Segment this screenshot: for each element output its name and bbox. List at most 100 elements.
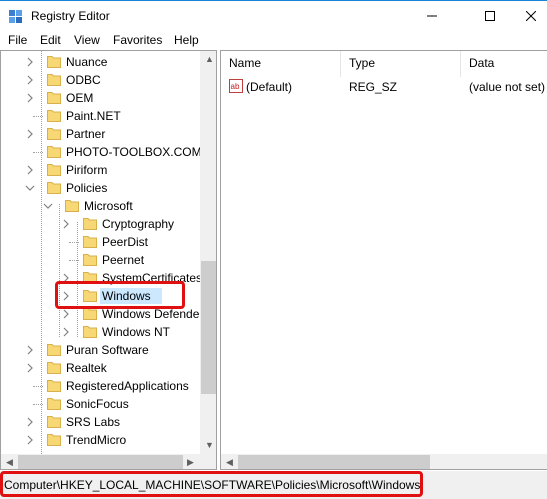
value-row[interactable]: ab (Default) REG_SZ (value not set) bbox=[221, 78, 547, 96]
chevron-down-icon[interactable] bbox=[25, 182, 35, 194]
column-header-name[interactable]: Name bbox=[229, 56, 261, 70]
registry-key-tree[interactable]: Nuance ODBC OEM Paint.NET Partner PHOTO-TOOLB… bbox=[0, 50, 217, 470]
minimize-button[interactable] bbox=[409, 1, 455, 31]
tree-item[interactable]: Windows NT bbox=[1, 323, 201, 341]
chevron-right-icon[interactable] bbox=[25, 92, 35, 104]
folder-icon bbox=[47, 416, 61, 428]
chevron-right-icon[interactable] bbox=[25, 56, 35, 68]
tree-item[interactable]: Policies bbox=[1, 179, 201, 197]
chevron-down-icon[interactable] bbox=[43, 200, 53, 212]
chevron-right-icon[interactable] bbox=[25, 128, 35, 140]
values-horizontal-scrollbar[interactable]: ◀ bbox=[221, 454, 547, 469]
registry-values-list[interactable]: Name Type Data ab (Default) REG_SZ (valu… bbox=[220, 50, 547, 470]
close-button[interactable] bbox=[514, 1, 547, 31]
folder-icon bbox=[47, 182, 61, 194]
chevron-right-icon[interactable] bbox=[61, 326, 71, 338]
tree-item[interactable]: Partner bbox=[1, 125, 201, 143]
scroll-left-icon[interactable]: ◀ bbox=[6, 457, 13, 468]
tree-vertical-scroll-thumb[interactable] bbox=[201, 261, 216, 394]
tree-item-label: RegisteredApplications bbox=[66, 379, 189, 393]
tree-item[interactable]: Peernet bbox=[1, 251, 201, 269]
folder-icon bbox=[83, 236, 97, 248]
tree-item[interactable]: Puran Software bbox=[1, 341, 201, 359]
tree-item[interactable]: OEM bbox=[1, 89, 201, 107]
tree-item[interactable]: Nuance bbox=[1, 53, 201, 71]
tree-item-label: Policies bbox=[66, 181, 108, 195]
tree-item-label: Piriform bbox=[66, 163, 108, 177]
scroll-up-icon[interactable]: ▲ bbox=[205, 54, 214, 64]
tree-vertical-scrollbar[interactable]: ▲ ▼ bbox=[200, 51, 216, 454]
tree-horizontal-scrollbar[interactable]: ◀ ▶ bbox=[1, 454, 216, 469]
folder-icon bbox=[83, 218, 97, 230]
folder-icon bbox=[47, 74, 61, 86]
chevron-right-icon[interactable] bbox=[25, 416, 35, 428]
folder-icon bbox=[83, 326, 97, 338]
maximize-icon bbox=[485, 11, 495, 21]
values-horizontal-scroll-thumb[interactable] bbox=[238, 455, 430, 469]
tree-item[interactable]: RegisteredApplications bbox=[1, 377, 201, 395]
folder-icon bbox=[47, 146, 61, 158]
close-icon bbox=[525, 11, 536, 21]
value-type: REG_SZ bbox=[349, 80, 398, 94]
chevron-right-icon[interactable] bbox=[61, 308, 71, 320]
tree-item[interactable]: Cryptography bbox=[1, 215, 201, 233]
menu-view[interactable]: View bbox=[74, 33, 100, 47]
svg-text:ab: ab bbox=[231, 82, 240, 91]
tree-guide-line bbox=[69, 242, 79, 243]
highlight-box-windows-key bbox=[55, 281, 185, 309]
folder-icon bbox=[47, 362, 61, 374]
tree-horizontal-scroll-thumb[interactable] bbox=[18, 455, 183, 469]
tree-item[interactable]: Piriform bbox=[1, 161, 201, 179]
scroll-right-icon[interactable]: ▶ bbox=[187, 457, 194, 468]
chevron-right-icon[interactable] bbox=[61, 218, 71, 230]
tree-item[interactable]: Realtek bbox=[1, 359, 201, 377]
folder-icon bbox=[47, 398, 61, 410]
tree-item-label: Cryptography bbox=[102, 217, 175, 231]
chevron-right-icon[interactable] bbox=[25, 344, 35, 356]
tree-item[interactable]: Paint.NET bbox=[1, 107, 201, 125]
tree-item[interactable]: ODBC bbox=[1, 71, 201, 89]
menu-edit[interactable]: Edit bbox=[40, 33, 61, 47]
tree-item-label: SonicFocus bbox=[66, 397, 129, 411]
menu-favorites[interactable]: Favorites bbox=[113, 33, 162, 47]
tree-item-label: Peernet bbox=[102, 253, 145, 267]
tree-item[interactable]: SRS Labs bbox=[1, 413, 201, 431]
tree-item-label: Microsoft bbox=[84, 199, 133, 213]
maximize-button[interactable] bbox=[467, 1, 513, 31]
column-divider[interactable] bbox=[460, 51, 461, 77]
column-header-type[interactable]: Type bbox=[349, 56, 375, 70]
tree-item-label: PeerDist bbox=[102, 235, 149, 249]
window-title: Registry Editor bbox=[31, 9, 110, 23]
menu-help[interactable]: Help bbox=[174, 33, 199, 47]
tree-item[interactable]: Microsoft bbox=[1, 197, 201, 215]
tree-guide-line bbox=[33, 404, 43, 405]
tree-guide-line bbox=[33, 116, 43, 117]
scroll-left-icon[interactable]: ◀ bbox=[226, 457, 233, 468]
tree-item[interactable]: PHOTO-TOOLBOX.COM bbox=[1, 143, 202, 161]
folder-icon bbox=[47, 380, 61, 392]
column-divider[interactable] bbox=[340, 51, 341, 77]
tree-guide-line bbox=[69, 260, 79, 261]
folder-icon bbox=[47, 56, 61, 68]
scroll-down-icon[interactable]: ▼ bbox=[205, 440, 214, 450]
tree-item-label: SRS Labs bbox=[66, 415, 121, 429]
tree-item[interactable]: PeerDist bbox=[1, 233, 201, 251]
menu-file[interactable]: File bbox=[8, 33, 27, 47]
registry-editor-icon bbox=[9, 10, 22, 23]
tree-item-label: Windows NT bbox=[102, 325, 171, 339]
tree-item-label: Puran Software bbox=[66, 343, 149, 357]
tree-item-label: Partner bbox=[66, 127, 106, 141]
tree-item-label: Realtek bbox=[66, 361, 107, 375]
tree-item-label: TrendMicro bbox=[66, 433, 127, 447]
column-header-data[interactable]: Data bbox=[469, 56, 494, 70]
tree-item[interactable]: TrendMicro bbox=[1, 431, 201, 449]
chevron-right-icon[interactable] bbox=[25, 434, 35, 446]
chevron-right-icon[interactable] bbox=[25, 362, 35, 374]
chevron-right-icon[interactable] bbox=[25, 74, 35, 86]
chevron-right-icon[interactable] bbox=[25, 164, 35, 176]
value-name: (Default) bbox=[246, 80, 293, 94]
string-value-icon: ab bbox=[229, 79, 243, 93]
tree-guide-line bbox=[33, 386, 43, 387]
tree-item[interactable]: SonicFocus bbox=[1, 395, 201, 413]
tree-item-label: ODBC bbox=[66, 73, 101, 87]
